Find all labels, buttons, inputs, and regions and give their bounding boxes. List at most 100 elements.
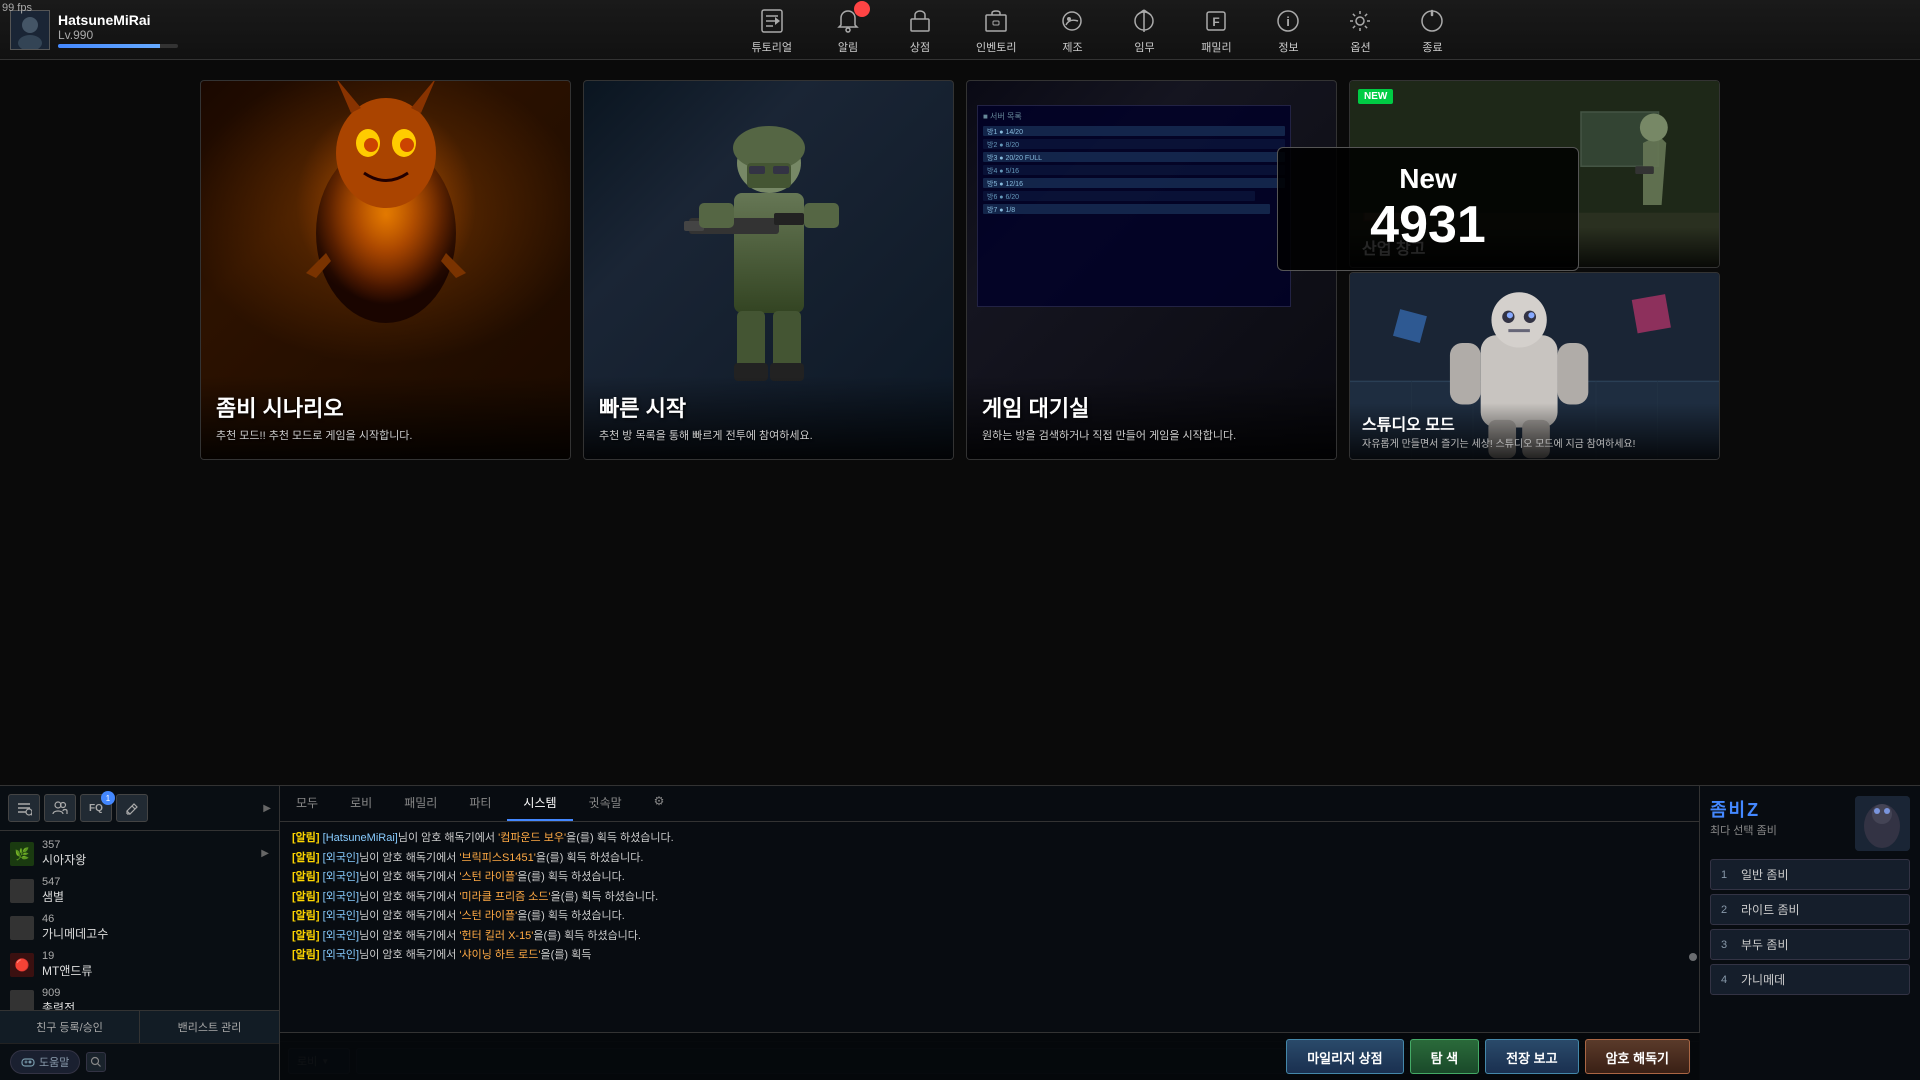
waiting-room-title: 게임 대기실: [982, 391, 1321, 423]
scoreboard-area: ■ 서버 목록 방1 ● 14/20 방2 ● 8/20 방3 ● 20/20 …: [977, 91, 1326, 379]
zombie-list: 1 일반 좀비 2 라이트 좀비 3 부두 좀비 4 가니메데: [1710, 859, 1910, 995]
zombie-label-3: 부두 좀비: [1741, 936, 1789, 953]
nav-family-label: 패밀리: [1201, 39, 1231, 55]
friends-scroll-right[interactable]: ▶: [263, 803, 271, 814]
chat-tab-system[interactable]: 시스템: [507, 786, 572, 821]
nav-exit-label: 종료: [1422, 39, 1442, 55]
zombie-title: 좀비 시나리오: [216, 391, 555, 423]
chat-tabs: 모두 로비 패밀리 파티 시스템 귓속말 ⚙: [280, 786, 1699, 822]
fq-btn[interactable]: FQ 1: [80, 794, 112, 822]
mode-zombie[interactable]: 좀비 시나리오 추천 모드!! 추천 모드로 게임을 시작합니다.: [200, 80, 571, 460]
friend-score-5: 909: [42, 987, 269, 999]
nav-family[interactable]: F 패밀리: [1200, 5, 1232, 55]
chat-tab-family[interactable]: 패밀리: [388, 786, 453, 821]
zombie-num-1: 1: [1721, 869, 1733, 881]
friend-item-5[interactable]: 909 총력전: [0, 983, 279, 1010]
search-btn[interactable]: 탐 색: [1410, 1039, 1480, 1074]
game-modes: 좀비 시나리오 추천 모드!! 추천 모드로 게임을 시작합니다.: [0, 60, 1920, 480]
friend-name-3: 가니메데고수: [42, 925, 269, 942]
zombie-label-4: 가니메데: [1741, 971, 1785, 988]
chat-scroll-indicator: [1689, 953, 1697, 961]
zombie-item-3[interactable]: 3 부두 좀비: [1710, 929, 1910, 960]
nav-tutorial[interactable]: 튜토리얼: [752, 5, 792, 55]
edit-btn[interactable]: [116, 794, 148, 822]
studio-desc: 자유롭게 만들면서 즐기는 세상! 스튜디오 모드에 지금 참여하세요!: [1362, 438, 1707, 451]
nav-inventory-label: 인벤토리: [976, 39, 1016, 55]
friend-register-btn[interactable]: 친구 등록/승인: [0, 1011, 140, 1043]
friend-score-4: 19: [42, 950, 269, 962]
friend-search-btn[interactable]: [86, 1052, 106, 1072]
nav-info[interactable]: i 정보: [1272, 5, 1304, 55]
exit-icon: [1416, 5, 1448, 37]
nav-shop[interactable]: 상점: [904, 5, 936, 55]
quick-start-desc: 추천 방 목록을 통해 빠르게 전투에 참여하세요.: [599, 429, 938, 444]
friends-actions: 친구 등록/승인 밴리스트 관리: [0, 1010, 279, 1043]
zombie-item-2[interactable]: 2 라이트 좀비: [1710, 894, 1910, 925]
chat-tab-party[interactable]: 파티: [453, 786, 507, 821]
nav-alarm-label: 알림: [838, 39, 858, 55]
nav-create[interactable]: 제조: [1056, 5, 1088, 55]
mode-quick-start[interactable]: 빠른 시작 추천 방 목록을 통해 빠르게 전투에 참여하세요.: [583, 80, 954, 460]
zombie-desc: 추천 모드!! 추천 모드로 게임을 시작합니다.: [216, 429, 555, 444]
chat-msg-3: [알림] [외국인]님이 암호 해독기에서 '스턴 라이플'을(를) 획득 하셨…: [292, 869, 1687, 886]
zombie-num-4: 4: [1721, 974, 1733, 986]
chat-tab-whisper[interactable]: 귓속말: [573, 786, 638, 821]
chat-tab-lobby[interactable]: 로비: [334, 786, 388, 821]
friend-name-score-5: 909 총력전: [42, 987, 269, 1010]
friend-item-3[interactable]: 46 가니메데고수: [0, 909, 279, 946]
friend-score-2: 547: [42, 876, 269, 888]
chat-tab-settings[interactable]: ⚙: [638, 786, 681, 821]
zombie-label-1: 일반 좀비: [1741, 866, 1789, 883]
nav-options-label: 옵션: [1350, 39, 1370, 55]
studio-text: 스튜디오 모드 자유롭게 만들면서 즐기는 세상! 스튜디오 모드에 지금 참여…: [1350, 403, 1719, 459]
info-icon: i: [1272, 5, 1304, 37]
friend-item-2[interactable]: 547 샘별: [0, 872, 279, 909]
player-level: Lv.990: [58, 28, 93, 42]
mode-studio[interactable]: 스튜디오 모드 자유롭게 만들면서 즐기는 세상! 스튜디오 모드에 지금 참여…: [1349, 272, 1720, 460]
friend-item-1[interactable]: 🌿 357 시아자왕 ▶: [0, 835, 279, 872]
help-row: 도움말: [0, 1043, 279, 1080]
friend-icon-2: [10, 879, 34, 903]
zombie-illustration: [201, 81, 570, 346]
friends-list: 🌿 357 시아자왕 ▶ 547 샘별: [0, 831, 279, 1010]
search-icon: [90, 1056, 102, 1068]
inventory-icon: [980, 5, 1012, 37]
decrypt-btn[interactable]: 암호 해독기: [1585, 1039, 1690, 1074]
nav-inventory[interactable]: 인벤토리: [976, 5, 1016, 55]
zombie-item-4[interactable]: 4 가니메데: [1710, 964, 1910, 995]
nav-tutorial-label: 튜토리얼: [752, 39, 792, 55]
studio-title: 스튜디오 모드: [1362, 411, 1707, 435]
quick-start-text-area: 빠른 시작 추천 방 목록을 통해 빠르게 전투에 참여하세요.: [584, 376, 953, 459]
player-avatar: [10, 10, 50, 50]
friends-toolbar: FQ 1 ▶: [0, 786, 279, 831]
friend-item-4[interactable]: 🔴 19 MT앤드류: [0, 946, 279, 983]
nav-options[interactable]: 옵션: [1344, 5, 1376, 55]
nav-quest[interactable]: 임무: [1128, 5, 1160, 55]
quick-start-title: 빠른 시작: [599, 391, 938, 423]
chat-messages: [알림] [HatsuneMiRai]님이 암호 해독기에서 '컴파운드 보우'…: [280, 822, 1699, 1041]
banlist-btn[interactable]: 밴리스트 관리: [140, 1011, 279, 1043]
nav-icons: 튜토리얼 알림 상점 인벤토리: [280, 5, 1920, 55]
zombie-item-1[interactable]: 1 일반 좀비: [1710, 859, 1910, 890]
svg-text:F: F: [1213, 15, 1220, 29]
mileage-shop-btn[interactable]: 마일리지 상점: [1286, 1039, 1403, 1074]
options-icon: [1344, 5, 1376, 37]
scoreboard: ■ 서버 목록 방1 ● 14/20 방2 ● 8/20 방3 ● 20/20 …: [977, 105, 1291, 307]
waiting-room-text-area: 게임 대기실 원하는 방을 검색하거나 직접 만들어 게임을 시작합니다.: [967, 376, 1336, 459]
friend-name-score-1: 357 시아자왕: [42, 839, 253, 868]
nav-create-label: 제조: [1062, 39, 1082, 55]
friend-name-5: 총력전: [42, 999, 269, 1010]
party-btn[interactable]: [44, 794, 76, 822]
zombie-label-2: 라이트 좀비: [1741, 901, 1800, 918]
player-name-level: HatsuneMiRai Lv.990: [58, 12, 178, 48]
friend-name-4: MT앤드류: [42, 962, 269, 979]
friend-arrow-1: ▶: [261, 848, 269, 859]
shop-icon: [904, 5, 936, 37]
nav-alarm[interactable]: 알림: [832, 5, 864, 55]
chat-tab-all[interactable]: 모두: [280, 786, 334, 821]
friends-list-btn[interactable]: [8, 794, 40, 822]
broadcast-btn[interactable]: 전장 보고: [1485, 1039, 1578, 1074]
help-btn[interactable]: 도움말: [10, 1050, 80, 1074]
nav-exit[interactable]: 종료: [1416, 5, 1448, 55]
svg-text:i: i: [1287, 14, 1291, 29]
